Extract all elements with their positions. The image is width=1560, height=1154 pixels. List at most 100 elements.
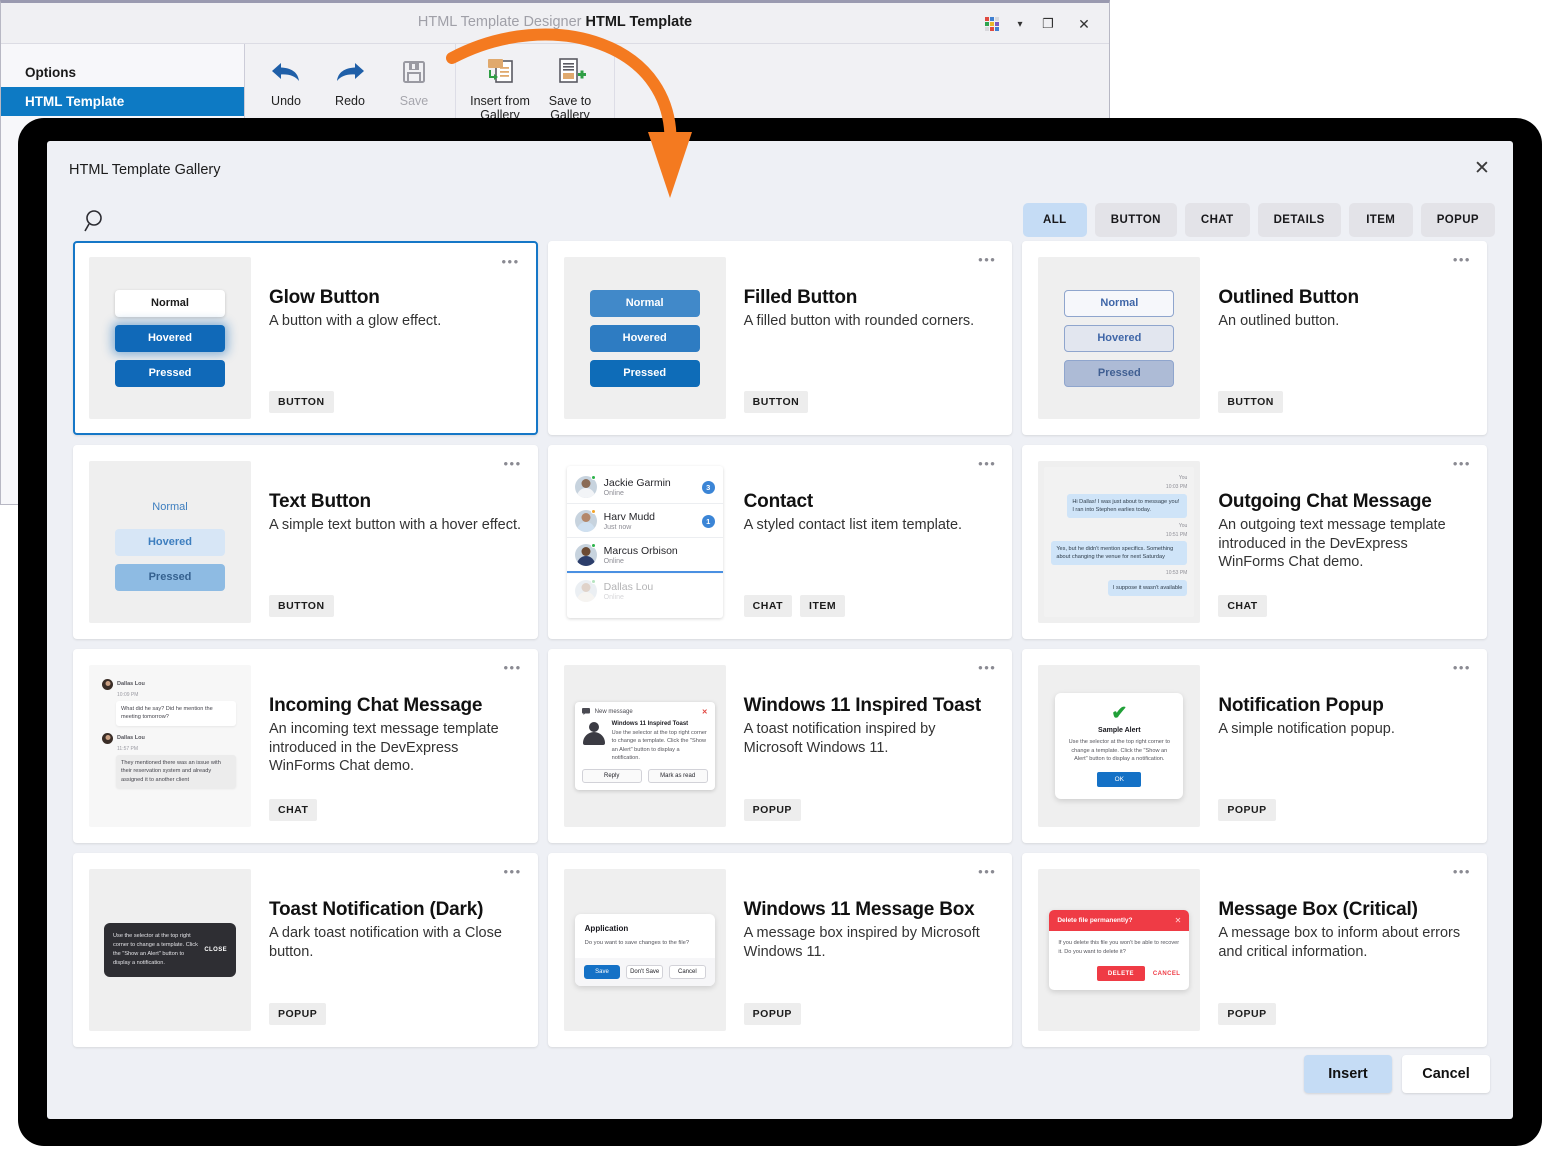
options-header: Options <box>1 58 244 87</box>
template-card-message-box-critical[interactable]: ••• Delete file permanently? ✕ If you de… <box>1022 853 1487 1047</box>
maximize-button[interactable]: ❐ <box>1031 11 1065 37</box>
state-normal: Normal <box>1064 290 1174 317</box>
reply-button: Reply <box>582 769 642 783</box>
template-card-incoming-chat-message[interactable]: ••• Dallas Lou 10:09 PM What did he say?… <box>73 649 538 843</box>
theme-dropdown-button[interactable]: ▾ <box>1011 11 1029 37</box>
template-card-windows-11-inspired-toast[interactable]: ••• New message ✕ Windows 11 In <box>548 649 1013 843</box>
filter-chip-chat[interactable]: CHAT <box>1185 203 1250 237</box>
avatar <box>102 733 113 744</box>
card-info: Contact A styled contact list item templ… <box>726 461 997 623</box>
card-title: Notification Popup <box>1218 695 1471 717</box>
card-preview: Normal Hovered Pressed <box>89 257 251 419</box>
dont-save-button: Don't Save <box>626 965 663 979</box>
card-preview: Use the selector at the top right corner… <box>89 869 251 1031</box>
template-card-notification-popup[interactable]: ••• ✔ Sample Alert Use the selector at t… <box>1022 649 1487 843</box>
template-card-windows-11-message-box[interactable]: ••• Application Do you want to save chan… <box>548 853 1013 1047</box>
contact-name: Marcus Orbison <box>604 545 715 557</box>
filter-chip-item[interactable]: ITEM <box>1349 203 1413 237</box>
state-pressed: Pressed <box>1064 360 1174 387</box>
presence-icon <box>591 543 596 548</box>
template-card-outgoing-chat-message[interactable]: ••• You 10:03 PM Hi Dallas! I was just a… <box>1022 445 1487 639</box>
card-tags: BUTTON <box>269 391 334 413</box>
presence-icon <box>591 509 596 514</box>
win11-toast-preview: New message ✕ Windows 11 Inspired Toast … <box>575 702 715 791</box>
filter-chip-all[interactable]: ALL <box>1023 203 1087 237</box>
card-title: Contact <box>744 491 997 513</box>
button-states-preview: Normal Hovered Pressed <box>115 494 225 591</box>
redo-label: Redo <box>335 94 365 108</box>
card-preview: You 10:03 PM Hi Dallas! I was just about… <box>1038 461 1200 623</box>
button-states-preview: Normal Hovered Pressed <box>590 290 700 387</box>
theme-grid-button[interactable] <box>975 11 1009 37</box>
gallery-close-button[interactable]: ✕ <box>1465 153 1499 183</box>
card-tags: CHAT <box>269 799 317 821</box>
cancel-button[interactable]: Cancel <box>1402 1055 1490 1093</box>
card-tags: POPUP <box>744 799 801 821</box>
template-card-text-button[interactable]: ••• Normal Hovered Pressed Text Button A… <box>73 445 538 639</box>
card-preview: Application Do you want to save changes … <box>564 869 726 1031</box>
template-card-contact[interactable]: ••• Jackie Garmin Online 3 <box>548 445 1013 639</box>
close-button[interactable]: ✕ <box>1067 11 1101 37</box>
save-icon <box>401 54 427 90</box>
toast-body: Windows 11 Inspired Toast Use the select… <box>582 721 708 763</box>
gallery-footer: Insert Cancel <box>47 1041 1513 1119</box>
insert-from-gallery-button[interactable]: Insert from Gallery <box>466 50 534 126</box>
state-hovered: Hovered <box>1064 325 1174 352</box>
sidebar-item-html-template[interactable]: HTML Template <box>1 87 244 116</box>
message-header: Dallas Lou <box>102 733 238 744</box>
card-tags: POPUP <box>744 1003 801 1025</box>
filter-chip-details[interactable]: DETAILS <box>1258 203 1341 237</box>
undo-button[interactable]: Undo <box>255 50 317 112</box>
message-time: 10:51 PM <box>1051 532 1187 539</box>
card-preview: Normal Hovered Pressed <box>564 257 726 419</box>
card-description: A simple notification popup. <box>1218 720 1471 739</box>
toast-header-label: New message <box>595 709 697 715</box>
card-tag: BUTTON <box>269 595 334 617</box>
unread-badge: 1 <box>702 515 715 528</box>
unread-badge: 3 <box>702 481 715 494</box>
message-bubble: They mentioned there was an issue with t… <box>116 755 236 788</box>
contact-status: Online <box>604 594 715 601</box>
message-time: 11:57 PM <box>117 746 238 752</box>
message-bubble: Hi Dallas! I was just about to message y… <box>1067 494 1187 518</box>
gallery-header: HTML Template Gallery ✕ <box>47 141 1513 203</box>
contact-status: Just now <box>604 524 702 531</box>
cancel-button: CANCEL <box>1153 971 1180 977</box>
message-bubble: I suppose it wasn't available <box>1108 580 1187 596</box>
card-tag: BUTTON <box>269 391 334 413</box>
contact-name: Jackie Garmin <box>604 477 702 489</box>
state-pressed: Pressed <box>115 564 225 591</box>
contact-names: Harv Mudd Just now <box>597 511 702 530</box>
card-description: A styled contact list item template. <box>744 516 997 535</box>
card-preview: Delete file permanently? ✕ If you delete… <box>1038 869 1200 1031</box>
message-author: You <box>1051 475 1187 482</box>
card-description: A toast notification inspired by Microso… <box>744 720 997 757</box>
save-to-gallery-button[interactable]: Save to Gallery <box>536 50 604 126</box>
card-title: Outlined Button <box>1218 287 1471 309</box>
card-tags: BUTTON <box>1218 391 1283 413</box>
card-description: An outgoing text message template introd… <box>1218 516 1471 572</box>
card-preview: New message ✕ Windows 11 Inspired Toast … <box>564 665 726 827</box>
search-icon <box>81 207 111 237</box>
message-bubble: What did he say? Did he mention the meet… <box>116 701 236 726</box>
button-states-preview: Normal Hovered Pressed <box>115 290 225 387</box>
card-tags: POPUP <box>269 1003 326 1025</box>
state-pressed: Pressed <box>115 360 225 387</box>
message-author: You <box>1051 523 1187 530</box>
card-tags: CHAT <box>1218 595 1266 617</box>
filter-chip-popup[interactable]: POPUP <box>1421 203 1495 237</box>
popup-title: Sample Alert <box>1065 727 1173 734</box>
card-preview: Jackie Garmin Online 3 Harv Mudd Just no… <box>564 461 726 623</box>
redo-button[interactable]: Redo <box>319 50 381 112</box>
template-card-filled-button[interactable]: ••• Normal Hovered Pressed Filled Button… <box>548 241 1013 435</box>
template-card-outlined-button[interactable]: ••• Normal Hovered Pressed Outlined Butt… <box>1022 241 1487 435</box>
window-title: HTML Template Designer HTML Template <box>1 14 1109 30</box>
template-card-toast-notification-dark[interactable]: ••• Use the selector at the top right co… <box>73 853 538 1047</box>
search-input[interactable] <box>81 207 111 242</box>
critical-body: If you delete this file you won't be abl… <box>1049 931 1189 963</box>
template-card-glow-button[interactable]: ••• Normal Hovered Pressed Glow Button A… <box>73 241 538 435</box>
filter-chip-button[interactable]: BUTTON <box>1095 203 1177 237</box>
card-title: Filled Button <box>744 287 997 309</box>
insert-from-gallery-icon <box>483 54 517 90</box>
insert-button[interactable]: Insert <box>1304 1055 1392 1093</box>
